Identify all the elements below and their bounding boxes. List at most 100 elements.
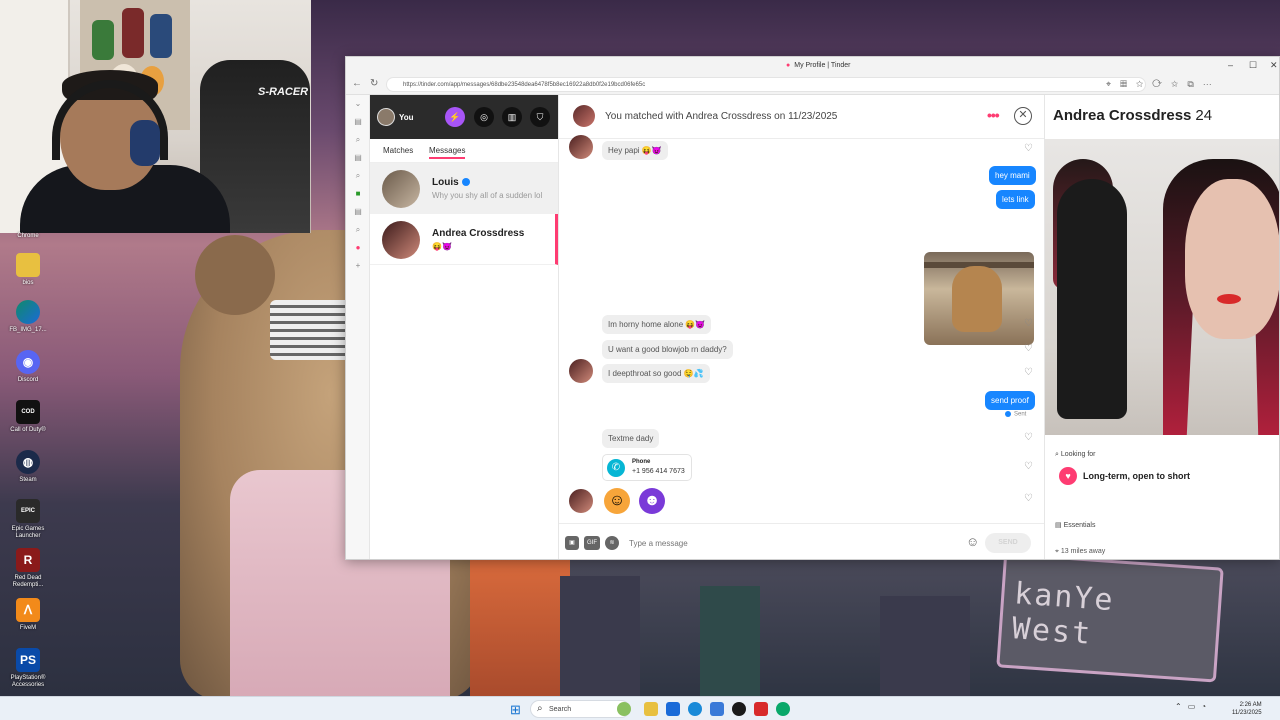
taskbar-search[interactable]: Search — [530, 700, 630, 718]
edge-icon[interactable] — [688, 702, 702, 716]
network-app-icon[interactable] — [710, 702, 724, 716]
sent-status: Sent — [1005, 411, 1026, 418]
desktop-icon-chrome[interactable]: Chrome — [4, 233, 52, 240]
system-tray-icons[interactable]: ⌃▭◔ — [1175, 702, 1212, 711]
edge-icon[interactable] — [776, 702, 790, 716]
taskbar: ⊞ Search ⌃▭◔ 2:26 AM 11/23/2025 — [0, 696, 1280, 720]
message-incoming: Im horny home alone 😝😈 — [602, 315, 712, 334]
taskbar-widget-icon[interactable] — [617, 702, 631, 716]
desktop-icon-label: FB_IMG_17... — [9, 327, 47, 333]
wallpaper-sign: kanYe West — [996, 552, 1224, 683]
avatar[interactable] — [573, 105, 595, 127]
desktop-icon-playstation[interactable]: PS PlayStation® Accessories — [4, 648, 52, 689]
profile-panel: Andrea Crossdress 24 ⌕ Looking for ♥ Long… — [1044, 95, 1279, 559]
like-heart-icon[interactable]: ♡ — [1024, 343, 1033, 354]
phone-icon: ✆ — [607, 459, 625, 477]
desktop-icon-label: PlayStation® Accessories — [10, 675, 46, 688]
taskbar-clock[interactable]: 2:26 AM 11/23/2025 — [1232, 701, 1262, 717]
message-outgoing: hey mami — [989, 166, 1036, 185]
profile-photo[interactable] — [1045, 139, 1279, 435]
desktop-icon-steam[interactable]: ◍ Steam — [4, 450, 52, 484]
add-tab-icon[interactable]: + — [346, 257, 370, 275]
chevron-down-icon[interactable]: ⌄ — [346, 95, 370, 113]
desktop-icon-epic-games[interactable]: EPIC Epic Games Launcher — [4, 499, 52, 540]
browser-tab-title[interactable]: My Profile | Tinder — [786, 62, 850, 69]
desktop-icon-call-of-duty[interactable]: COD Call of Duty® — [4, 400, 52, 434]
windows-start-icon[interactable]: ⊞ — [510, 702, 521, 718]
sidebar-tab-icon[interactable]: ▤ — [346, 113, 370, 131]
store-icon[interactable] — [666, 702, 680, 716]
like-heart-icon[interactable]: ♡ — [1024, 318, 1033, 329]
boost-icon[interactable]: ⚡ — [445, 107, 465, 127]
reload-icon[interactable]: ↻ — [370, 78, 378, 89]
briefcase-icon[interactable]: ▥ — [502, 107, 522, 127]
webcam-headset-cup — [130, 120, 160, 166]
you-label[interactable]: You — [399, 113, 414, 122]
close-window-icon[interactable]: ✕ — [1270, 60, 1278, 71]
conversation-item-louis[interactable]: Louis Why you shy all of a sudden lol — [370, 163, 558, 214]
explore-icon[interactable]: ◎ — [474, 107, 494, 127]
desktop-icon-edge-image[interactable]: FB_IMG_17... — [4, 300, 52, 334]
send-button[interactable]: SEND — [985, 533, 1031, 553]
browser-toolbar-icons[interactable]: ⌖▦☆⟳✩⧉⋯ — [1106, 79, 1221, 90]
emoji-picker-icon[interactable]: ☺ — [966, 534, 979, 549]
avatar — [382, 221, 420, 259]
desktop-icon-label: bios — [22, 280, 34, 286]
webcam-figure — [150, 14, 172, 58]
message-photo[interactable] — [924, 252, 1034, 345]
gif-button[interactable]: GIF — [584, 536, 600, 550]
avatar — [569, 135, 593, 159]
sidebar-tab-icon[interactable]: ▤ — [346, 149, 370, 167]
photo-face — [1185, 179, 1279, 339]
like-heart-icon[interactable]: ♡ — [1024, 143, 1033, 154]
desktop-icon-bios[interactable]: bios — [4, 253, 52, 287]
like-heart-icon[interactable]: ♡ — [1024, 367, 1033, 378]
spotify-icon[interactable]: ≋ — [605, 536, 619, 550]
webcam-figure — [92, 20, 114, 60]
shield-icon[interactable]: ⛉ — [530, 107, 550, 127]
essentials-label: ▤ Essentials — [1055, 522, 1096, 529]
like-heart-icon[interactable]: ♡ — [1024, 432, 1033, 443]
app-icon[interactable] — [754, 702, 768, 716]
browser-sidebar: ⌄ ▤ ⌕ ▤ ⌕ ■ ▤ ⌕ ● + — [346, 95, 370, 559]
sidebar-tab-icon[interactable]: ■ — [346, 185, 370, 203]
sidebar-tab-icon[interactable]: ▤ — [346, 203, 370, 221]
desktop-icon-fivem[interactable]: ᐱ FiveM — [4, 598, 52, 632]
looking-for-label: ⌕ Looking for — [1055, 451, 1096, 458]
desktop-icon-red-dead[interactable]: R Red Dead Redempti... — [4, 548, 52, 589]
tinder-flame-icon[interactable]: ● — [346, 239, 370, 257]
discord-icon: ◉ — [16, 350, 40, 374]
webcam-overlay: S-RACER — [0, 0, 311, 233]
minimize-icon[interactable]: – — [1228, 60, 1233, 70]
desktop-icon-label: Discord — [17, 377, 39, 383]
tab-messages[interactable]: Messages — [429, 146, 466, 159]
chat-panel: You matched with Andrea Crossdress on 11… — [559, 95, 1044, 559]
photo-lips — [1217, 294, 1241, 304]
close-icon[interactable]: ✕ — [1014, 107, 1032, 125]
desktop-icon-discord[interactable]: ◉ Discord — [4, 350, 52, 384]
desktop-icon-label: Chrome — [17, 233, 39, 239]
tab-matches[interactable]: Matches — [383, 146, 413, 155]
webcam-figure — [122, 8, 144, 58]
phone-contact-card[interactable]: ✆ Phone +1 956 414 7673 — [602, 454, 692, 481]
more-options-icon[interactable]: ••• — [987, 107, 1000, 123]
file-explorer-icon[interactable] — [644, 702, 658, 716]
search-icon[interactable]: ⌕ — [346, 221, 370, 239]
url-input[interactable]: https://tinder.com/app/messages/68dbe235… — [386, 77, 1146, 92]
epic-games-icon: EPIC — [16, 499, 40, 523]
like-heart-icon[interactable]: ♡ — [1024, 493, 1033, 504]
maximize-icon[interactable]: ☐ — [1249, 60, 1257, 71]
photo-teddy-bear — [952, 266, 1002, 332]
conversation-item-andrea[interactable]: Andrea Crossdress 😝😈 — [370, 214, 558, 265]
sidebar-tab-icon[interactable]: ⌕ — [346, 131, 370, 149]
wallpaper-bear-ear — [195, 235, 275, 315]
like-heart-icon[interactable]: ♡ — [1024, 461, 1033, 472]
attach-icon[interactable]: ▣ — [565, 536, 579, 550]
search-icon[interactable]: ⌕ — [346, 167, 370, 185]
app-icon[interactable] — [732, 702, 746, 716]
message-input[interactable] — [629, 535, 949, 551]
profile-name-line: Andrea Crossdress 24 — [1053, 107, 1212, 124]
avatar[interactable] — [377, 108, 395, 126]
back-icon[interactable]: ← — [352, 78, 362, 89]
photo-figure-body — [1057, 179, 1127, 419]
